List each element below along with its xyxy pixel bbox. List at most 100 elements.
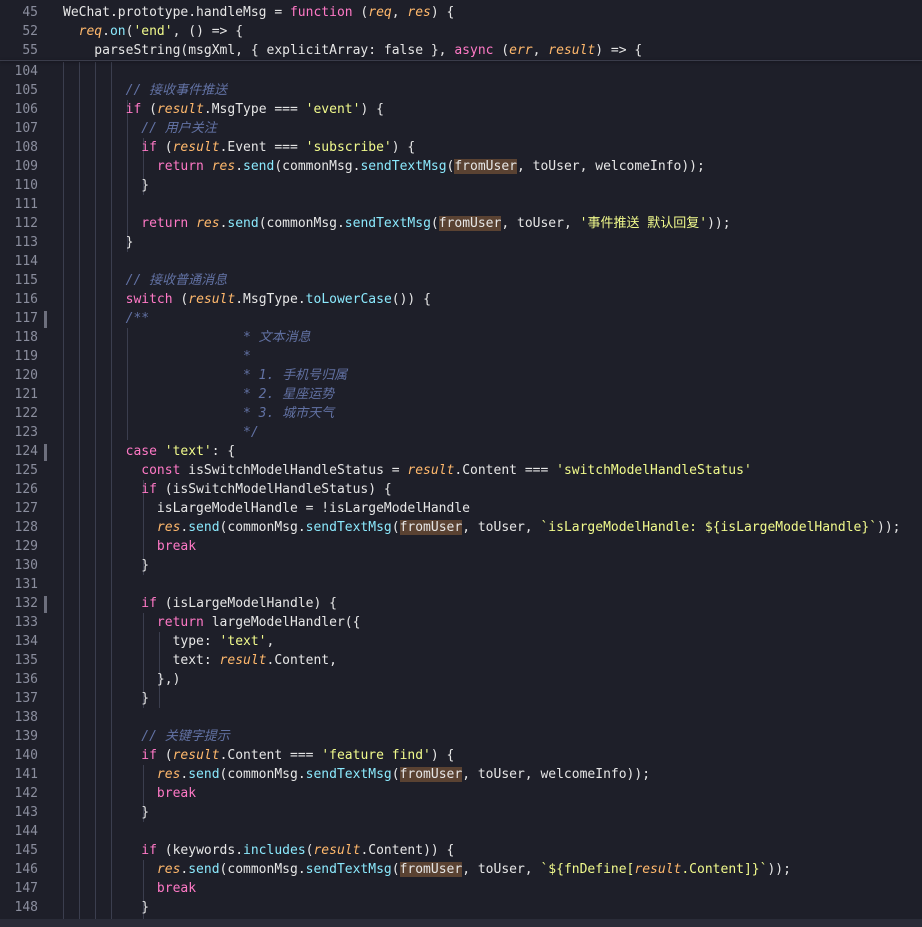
code-text: } — [63, 805, 150, 820]
line-number: 133 — [14, 615, 38, 630]
code-line[interactable]: 114 — [0, 252, 922, 271]
code-line[interactable]: 123 */ — [0, 423, 922, 442]
code-line[interactable]: 113 } — [0, 233, 922, 252]
code-line[interactable]: 106 if (result.MsgType === 'event') { — [0, 100, 922, 119]
code-line[interactable]: 142 break — [0, 784, 922, 803]
code-text: } — [63, 900, 150, 915]
line-number: 130 — [14, 558, 38, 573]
line-number: 140 — [14, 748, 38, 763]
line-number: 135 — [14, 653, 38, 668]
code-text: res.send(commonMsg.sendTextMsg(fromUser,… — [156, 520, 901, 535]
code-line[interactable]: 140 if (result.Content === 'feature find… — [0, 746, 922, 765]
code-text: WeChat.prototype.handleMsg = function (r… — [63, 5, 455, 20]
code-text: // 接收普通消息 — [63, 273, 228, 288]
line-number: 147 — [14, 881, 38, 896]
code-line[interactable]: 108 if (result.Event === 'subscribe') { — [0, 138, 922, 157]
code-line[interactable]: 128 res.send(commonMsg.sendTextMsg(fromU… — [0, 518, 922, 537]
line-number: 107 — [14, 121, 38, 136]
line-number: 142 — [14, 786, 38, 801]
code-line[interactable]: 129 break — [0, 537, 922, 556]
line-number: 148 — [14, 900, 38, 915]
code-line[interactable]: 111 — [0, 195, 922, 214]
code-line[interactable]: 135 text: result.Content, — [0, 651, 922, 670]
code-line[interactable]: 115 // 接收普通消息 — [0, 271, 922, 290]
line-number: 124 — [14, 444, 38, 459]
code-line[interactable]: 122 * 3. 城市天气 — [0, 404, 922, 423]
line-number: 45 — [22, 5, 38, 20]
code-editor[interactable]: 45 WeChat.prototype.handleMsg = function … — [0, 0, 922, 927]
code-line[interactable]: 104 — [0, 62, 922, 81]
code-line[interactable]: 132 if (isLargeModelHandle) { — [0, 594, 922, 613]
code-line[interactable]: 110 } — [0, 176, 922, 195]
line-number: 146 — [14, 862, 38, 877]
code-line[interactable]: 148 } — [0, 898, 922, 917]
line-number: 131 — [14, 577, 38, 592]
code-line[interactable]: 130 } — [0, 556, 922, 575]
line-number: 127 — [14, 501, 38, 516]
code-line[interactable]: 105 // 接收事件推送 — [0, 81, 922, 100]
code-line[interactable]: 126 if (isSwitchModelHandleStatus) { — [0, 480, 922, 499]
code-line[interactable]: 121 * 2. 星座运势 — [0, 385, 922, 404]
line-number: 119 — [14, 349, 38, 364]
code-text: */ — [63, 425, 259, 440]
code-line[interactable]: 147 break — [0, 879, 922, 898]
line-number: 115 — [14, 273, 38, 288]
line-number: 132 — [14, 596, 38, 611]
code-line[interactable]: 144 — [0, 822, 922, 841]
code-line[interactable]: 117 /** — [0, 309, 922, 328]
code-line[interactable]: 120 * 1. 手机号归属 — [0, 366, 922, 385]
sticky-scroll-separator — [0, 60, 922, 61]
line-number: 122 — [14, 406, 38, 421]
code-line[interactable]: 118 * 文本消息 — [0, 328, 922, 347]
code-line[interactable]: 109 return res.send(commonMsg.sendTextMs… — [0, 157, 922, 176]
line-number: 52 — [22, 24, 38, 39]
line-number: 104 — [14, 64, 38, 79]
code-text: if (isSwitchModelHandleStatus) { — [141, 482, 392, 497]
line-number: 108 — [14, 140, 38, 155]
code-line[interactable]: 124 case 'text': { — [0, 442, 922, 461]
line-number: 117 — [14, 311, 38, 326]
code-text: switch (result.MsgType.toLowerCase()) { — [125, 292, 431, 307]
code-text: /** — [63, 311, 150, 326]
code-line[interactable]: 138 — [0, 708, 922, 727]
line-number: 128 — [14, 520, 38, 535]
code-line[interactable]: 119 * — [0, 347, 922, 366]
code-text: * 3. 城市天气 — [63, 406, 335, 421]
code-line[interactable]: 125 const isSwitchModelHandleStatus = re… — [0, 461, 922, 480]
code-line[interactable]: 127 isLargeModelHandle = !isLargeModelHa… — [0, 499, 922, 518]
code-text: if (result.MsgType === 'event') { — [125, 102, 384, 117]
code-text: break — [156, 881, 197, 896]
code-text: } — [63, 691, 150, 706]
code-line[interactable]: 141 res.send(commonMsg.sendTextMsg(fromU… — [0, 765, 922, 784]
line-number: 118 — [14, 330, 38, 345]
line-number: 120 — [14, 368, 38, 383]
code-line[interactable]: 136 },) — [0, 670, 922, 689]
code-line[interactable]: 143 } — [0, 803, 922, 822]
code-text: break — [156, 539, 197, 554]
code-line[interactable]: 137 } — [0, 689, 922, 708]
code-text: isLargeModelHandle = !isLargeModelHandle — [63, 501, 470, 516]
line-number: 105 — [14, 83, 38, 98]
code-line[interactable]: 112 return res.send(commonMsg.sendTextMs… — [0, 214, 922, 233]
line-number: 136 — [14, 672, 38, 687]
horizontal-scrollbar[interactable] — [0, 919, 922, 927]
line-number: 144 — [14, 824, 38, 839]
code-line[interactable]: 107 // 用户关注 — [0, 119, 922, 138]
line-number: 113 — [14, 235, 38, 250]
code-line[interactable]: 134 type: 'text', — [0, 632, 922, 651]
code-line[interactable]: 131 — [0, 575, 922, 594]
code-line[interactable]: 133 return largeModelHandler({ — [0, 613, 922, 632]
code-text: break — [156, 786, 197, 801]
code-line[interactable]: 146 res.send(commonMsg.sendTextMsg(fromU… — [0, 860, 922, 879]
code-line[interactable]: 45 WeChat.prototype.handleMsg = function … — [0, 3, 922, 22]
line-number: 143 — [14, 805, 38, 820]
code-text: req.on('end', () => { — [78, 24, 244, 39]
code-line[interactable]: 116 switch (result.MsgType.toLowerCase()… — [0, 290, 922, 309]
line-number: 123 — [14, 425, 38, 440]
code-line[interactable]: 145 if (keywords.includes(result.Content… — [0, 841, 922, 860]
code-text: case 'text': { — [125, 444, 236, 459]
code-line[interactable]: 55 parseString(msgXml, { explicitArray: … — [0, 41, 922, 60]
code-line[interactable]: 52 req.on('end', () => { — [0, 22, 922, 41]
line-number: 129 — [14, 539, 38, 554]
code-line[interactable]: 139 // 关键字提示 — [0, 727, 922, 746]
